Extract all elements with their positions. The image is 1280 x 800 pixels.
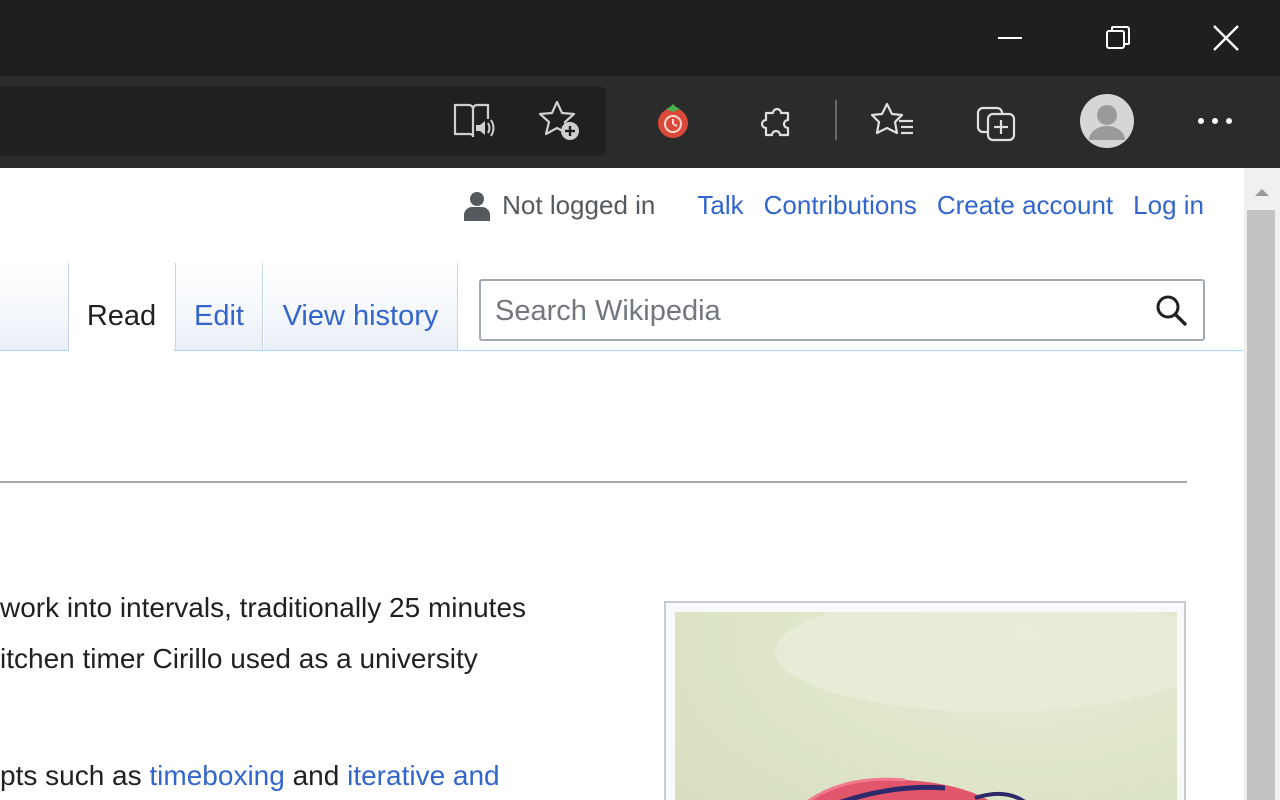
article-text-line: work into intervals, traditionally 25 mi… bbox=[0, 592, 527, 623]
restore-button[interactable] bbox=[1064, 0, 1172, 76]
log-in-link[interactable]: Log in bbox=[1133, 190, 1204, 221]
restore-icon bbox=[1106, 26, 1130, 49]
tab-view-history[interactable]: View history bbox=[264, 263, 458, 351]
login-status: Not logged in bbox=[502, 190, 656, 220]
create-account-link[interactable]: Create account bbox=[937, 190, 1113, 221]
profile-avatar-icon bbox=[1080, 94, 1134, 148]
minimize-button[interactable] bbox=[956, 0, 1064, 76]
browser-toolbar bbox=[0, 76, 1280, 168]
toolbar-divider bbox=[835, 100, 837, 140]
tabs-baseline bbox=[0, 350, 1244, 351]
collections-icon bbox=[976, 106, 1016, 142]
iterative-link[interactable]: iterative and bbox=[347, 760, 500, 791]
profile-button[interactable] bbox=[1077, 91, 1137, 151]
scroll-thumb[interactable] bbox=[1247, 210, 1275, 800]
more-icon bbox=[1198, 118, 1232, 124]
close-button[interactable] bbox=[1172, 0, 1280, 76]
personal-tools: Not logged in Talk Contributions Create … bbox=[464, 190, 1204, 221]
heading-divider bbox=[0, 481, 1187, 483]
favorites-button[interactable] bbox=[863, 91, 923, 151]
tomato-timer-extension-icon bbox=[658, 104, 688, 138]
title-bar bbox=[0, 0, 1280, 76]
collections-button[interactable] bbox=[967, 91, 1027, 151]
more-button[interactable] bbox=[1185, 91, 1245, 151]
user-icon bbox=[464, 191, 491, 221]
contributions-link[interactable]: Contributions bbox=[764, 190, 917, 221]
extensions-icon bbox=[760, 107, 790, 137]
timeboxing-link[interactable]: timeboxing bbox=[149, 760, 284, 791]
article-text-line: itchen timer Cirillo used as a universit… bbox=[0, 643, 478, 674]
tab-read[interactable]: Read bbox=[69, 263, 174, 351]
close-icon bbox=[1213, 25, 1239, 51]
tomato-timer-image[interactable] bbox=[675, 612, 1177, 800]
tab-edit[interactable]: Edit bbox=[175, 263, 263, 351]
add-favorite-icon bbox=[538, 100, 579, 140]
add-favorite-button[interactable] bbox=[530, 91, 590, 151]
extensions-button[interactable] bbox=[748, 91, 808, 151]
article-text-line: pts such as timeboxing and iterative and bbox=[0, 760, 500, 791]
web-page: Not logged in Talk Contributions Create … bbox=[0, 168, 1244, 800]
page-scrollbar[interactable] bbox=[1244, 168, 1280, 800]
favorites-icon bbox=[871, 102, 913, 135]
scroll-up-arrow-icon bbox=[1255, 189, 1269, 196]
tomato-timer-extension-button[interactable] bbox=[643, 91, 703, 151]
search-button[interactable] bbox=[1151, 290, 1191, 330]
immersive-reader-icon bbox=[453, 103, 495, 138]
search-box bbox=[479, 279, 1205, 341]
infobox-image-frame bbox=[664, 601, 1186, 800]
search-icon bbox=[1156, 295, 1187, 326]
search-input[interactable] bbox=[493, 287, 1137, 335]
immersive-reader-button[interactable] bbox=[444, 91, 504, 151]
tabs-left-area bbox=[0, 263, 69, 351]
scroll-up-button[interactable] bbox=[1244, 174, 1280, 210]
talk-link[interactable]: Talk bbox=[697, 190, 743, 221]
minimize-icon bbox=[998, 37, 1022, 39]
address-bar[interactable] bbox=[0, 86, 606, 156]
